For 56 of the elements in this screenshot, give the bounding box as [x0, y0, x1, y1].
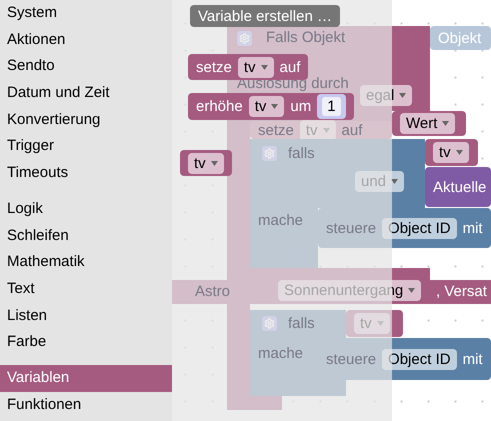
block-label: mit — [462, 220, 483, 236]
category-item[interactable]: System — [0, 0, 172, 27]
category-item[interactable]: Timeouts — [0, 160, 172, 187]
block-label: mache — [258, 212, 304, 229]
category-item[interactable]: Listen — [0, 302, 172, 330]
category-item[interactable]: Trigger — [0, 133, 172, 160]
block-label: setze — [258, 122, 294, 138]
block-label: mache — [258, 345, 304, 362]
block-label: Aktuelle — [433, 178, 486, 196]
category-item[interactable]: Farbe — [0, 329, 172, 356]
dropdown-field[interactable]: tv — [433, 142, 469, 163]
block-label: Astro — [195, 283, 230, 300]
caret-icon — [391, 179, 398, 184]
caret-icon — [271, 104, 278, 109]
dropdown-field[interactable]: tv — [238, 56, 274, 78]
caret-icon — [408, 288, 416, 293]
block-label: um — [290, 98, 312, 115]
caret-icon — [399, 93, 406, 98]
category-item[interactable]: Text — [0, 276, 172, 303]
create-variable-button[interactable]: Variable erstellen … — [190, 5, 340, 27]
dropdown-field[interactable]: tv — [248, 96, 284, 117]
category-item[interactable]: Aktionen — [0, 26, 172, 54]
block-label: auf — [280, 58, 300, 76]
code-block[interactable]: Aktuelle — [425, 167, 491, 207]
block-label: mit — [462, 350, 483, 368]
block-label: steuere — [326, 220, 376, 236]
block-label: setze — [196, 58, 232, 76]
block-label: Falls Objekt — [266, 29, 346, 46]
block-label: falls — [288, 145, 315, 162]
caret-icon — [210, 160, 218, 166]
block-label: , Versat — [436, 283, 487, 300]
code-block[interactable]: tv — [425, 139, 478, 166]
category-item[interactable]: Logik — [0, 196, 172, 222]
number-field[interactable]: 1 — [322, 97, 341, 116]
category-item[interactable]: Datum und Zeit — [0, 80, 172, 107]
category-item[interactable]: Konvertierung — [0, 106, 172, 134]
category-item[interactable]: Schleifen — [0, 222, 172, 250]
block-label: auf — [342, 122, 362, 138]
caret-icon — [260, 64, 268, 70]
category-item[interactable]: Sendto — [0, 53, 172, 80]
code-block[interactable]: setze tv auf — [188, 54, 308, 80]
code-block[interactable]: erhöhe tv um 1 — [188, 93, 354, 120]
category-item[interactable]: Mathematik — [0, 249, 172, 276]
block-label: erhöhe — [196, 98, 243, 115]
code-block[interactable]: tv — [180, 150, 232, 176]
dropdown-field[interactable]: Wert — [400, 113, 456, 134]
caret-icon — [456, 150, 463, 155]
category-item[interactable]: Funktionen — [0, 392, 172, 418]
caret-icon — [442, 121, 450, 126]
block-label: Objekt — [438, 30, 482, 46]
block-label: steuere — [326, 350, 376, 368]
dropdown-field[interactable]: tv — [188, 152, 224, 174]
code-block[interactable]: Wert — [392, 111, 466, 136]
category-item[interactable]: Variablen — [0, 364, 172, 392]
code-block[interactable] — [392, 26, 430, 111]
block-label: falls — [288, 315, 315, 332]
